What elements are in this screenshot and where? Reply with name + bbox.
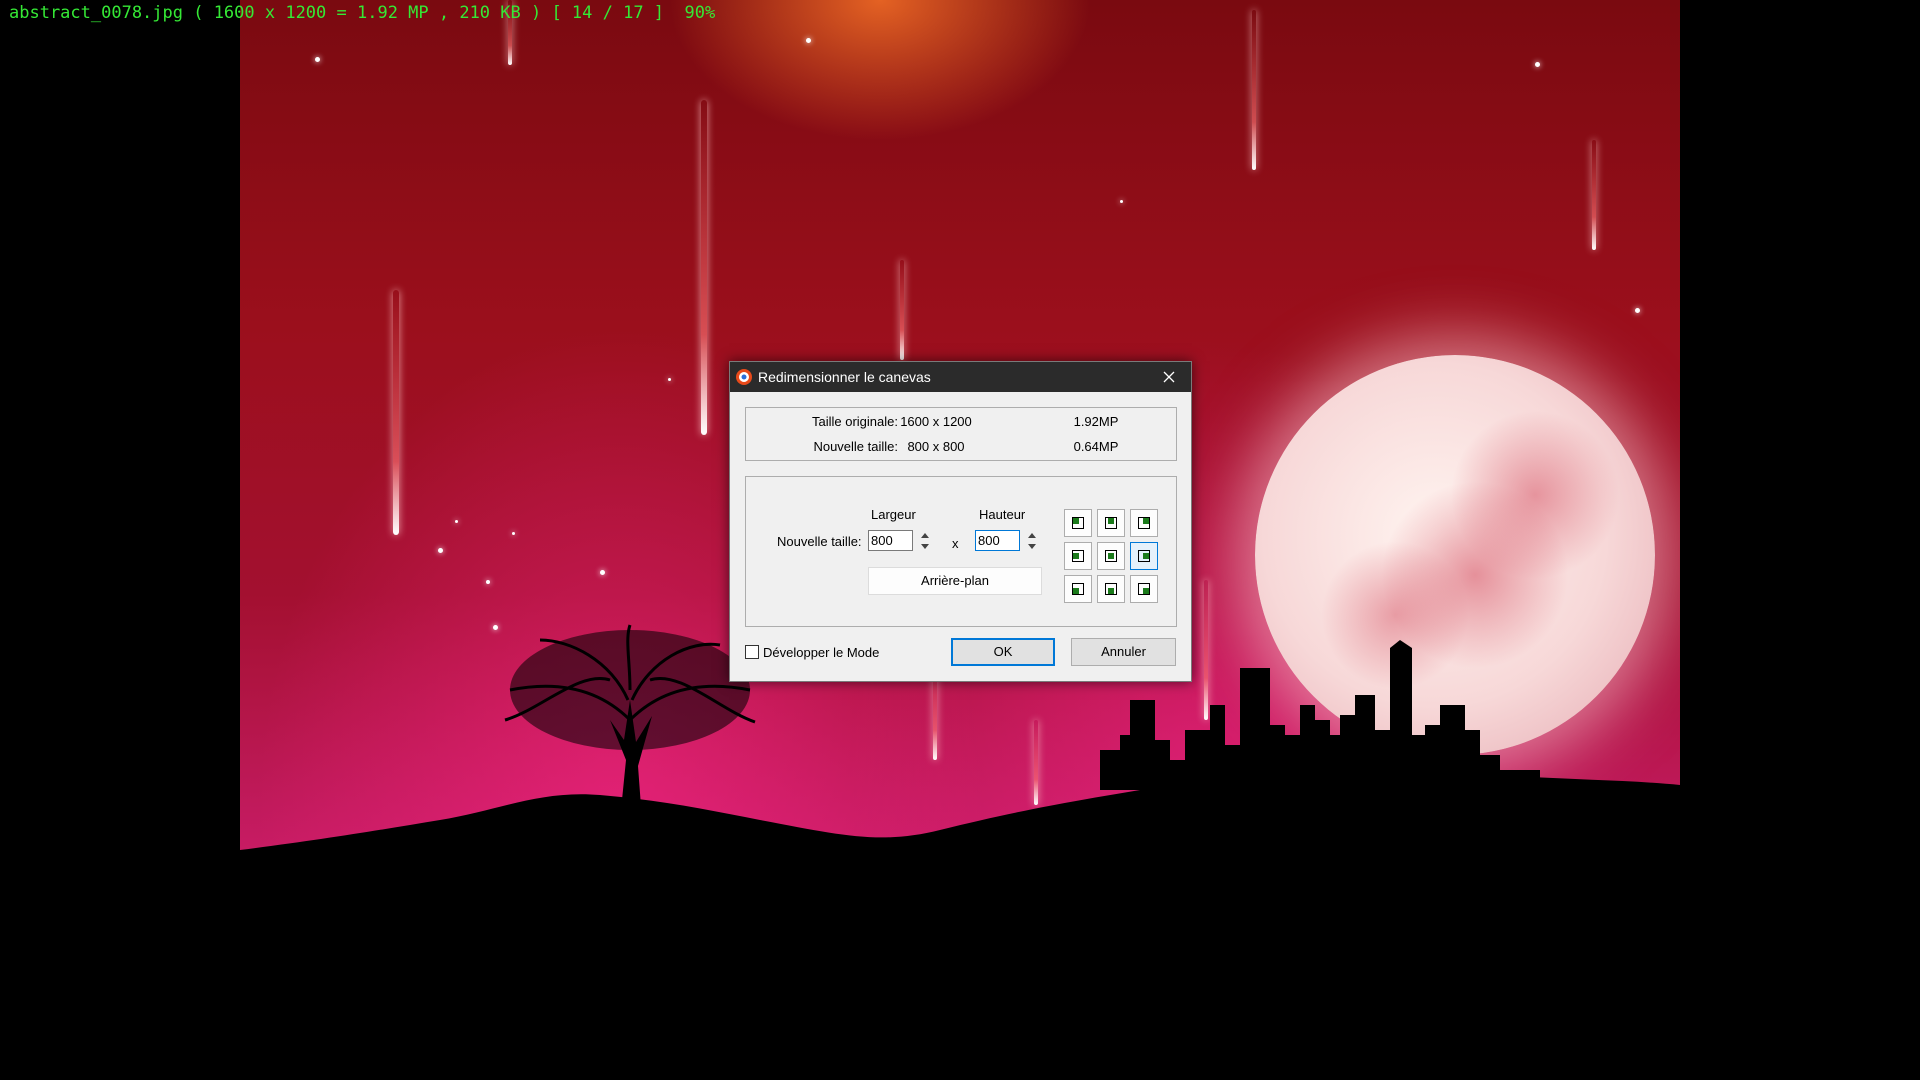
anchor-middle-left[interactable] [1064,542,1092,570]
background-button[interactable]: Arrière-plan [868,567,1042,595]
resize-canvas-dialog: Redimensionner le canevas Taille origina… [729,361,1192,682]
app-icon [736,369,752,385]
anchor-bottom-left[interactable] [1064,575,1092,603]
anchor-middle-right[interactable] [1130,542,1158,570]
new-size-input-label: Nouvelle taille: [777,534,862,549]
width-spinner [917,530,932,551]
arrow-down-icon [920,543,929,549]
anchor-position-grid [1064,509,1162,607]
arrow-down-icon [1027,543,1036,549]
original-size-mp: 1.92MP [1073,414,1119,429]
close-button[interactable] [1147,362,1191,392]
expand-mode-label: Développer le Mode [763,644,880,660]
ok-button[interactable]: OK [951,638,1055,666]
expand-mode-checkbox[interactable] [745,645,759,659]
close-icon [1163,371,1175,383]
width-input[interactable]: 800 [868,530,913,551]
height-decrement-button[interactable] [1024,541,1039,551]
new-size-panel: Largeur Hauteur Nouvelle taille: 800 x 8… [745,476,1177,627]
new-size-row: Nouvelle taille: 800 x 800 0.64MP [746,439,1176,459]
width-increment-button[interactable] [917,530,932,540]
expand-mode-option[interactable]: Développer le Mode [745,643,879,661]
width-caption: Largeur [871,507,916,522]
width-decrement-button[interactable] [917,541,932,551]
height-increment-button[interactable] [1024,530,1039,540]
dialog-title-bar[interactable]: Redimensionner le canevas [730,362,1191,392]
anchor-bottom-right[interactable] [1130,575,1158,603]
arrow-up-icon [1027,532,1036,538]
anchor-middle-center[interactable] [1097,542,1125,570]
status-bar: abstract_0078.jpg ( 1600 x 1200 = 1.92 M… [9,3,716,23]
new-size-mp: 0.64MP [1073,439,1119,454]
dimension-separator: x [952,536,959,551]
anchor-top-center[interactable] [1097,509,1125,537]
anchor-top-right[interactable] [1130,509,1158,537]
height-input[interactable]: 800 [975,530,1020,551]
height-spinner [1024,530,1039,551]
height-caption: Hauteur [979,507,1026,522]
size-info-panel: Taille originale: 1600 x 1200 1.92MP Nou… [745,407,1177,461]
anchor-top-left[interactable] [1064,509,1092,537]
original-size-dims: 1600 x 1200 [900,414,972,429]
new-size-dims: 800 x 800 [907,439,965,454]
cancel-button[interactable]: Annuler [1071,638,1176,666]
arrow-up-icon [920,532,929,538]
anchor-bottom-center[interactable] [1097,575,1125,603]
original-size-row: Taille originale: 1600 x 1200 1.92MP [746,414,1176,434]
dialog-title: Redimensionner le canevas [758,369,931,385]
image-viewer: abstract_0078.jpg ( 1600 x 1200 = 1.92 M… [0,0,1920,1080]
